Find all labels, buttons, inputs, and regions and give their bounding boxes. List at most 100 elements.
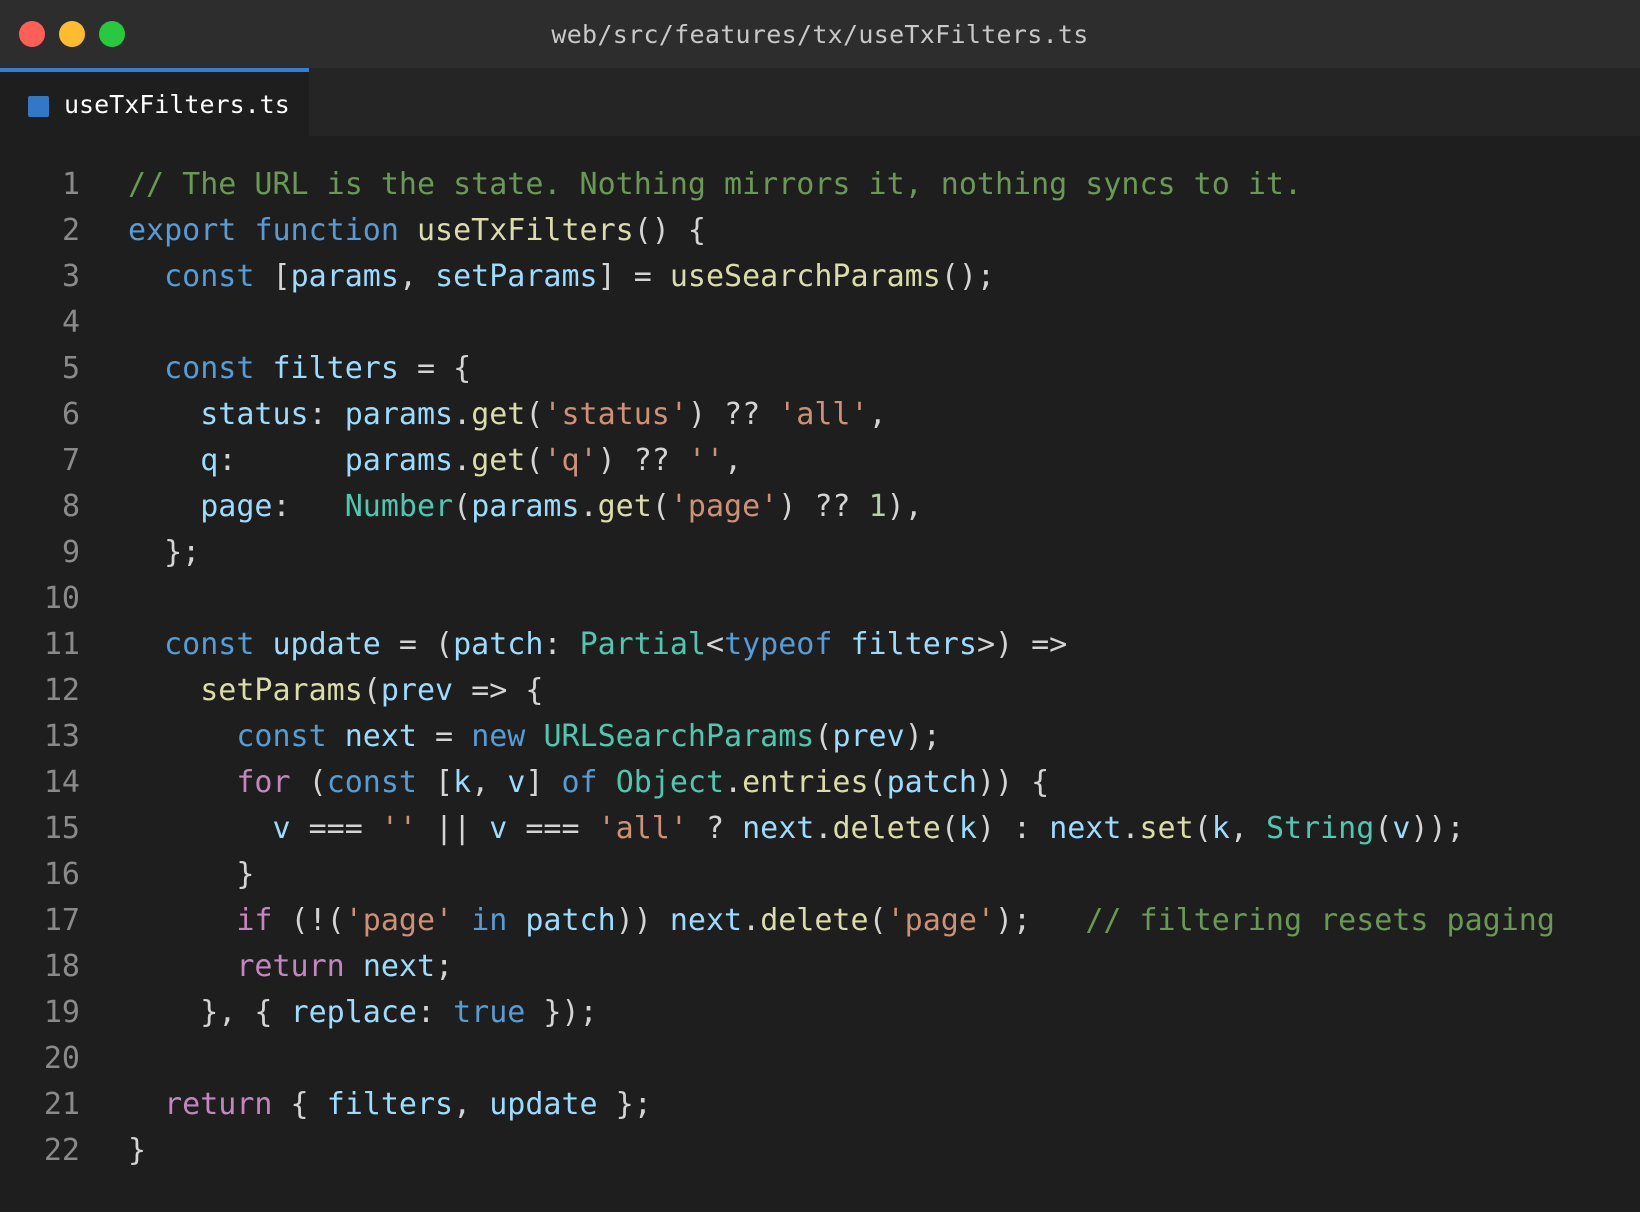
code-line[interactable]: 4	[0, 300, 1640, 346]
code-line[interactable]: 5 const filters = {	[0, 346, 1640, 392]
code-token: params	[344, 397, 454, 432]
code-line[interactable]: 3 const [params, setParams] = useSearchP…	[0, 254, 1640, 300]
code-text: page: Number(params.get('page') ?? 1),	[128, 484, 923, 530]
line-number: 18	[43, 949, 80, 984]
code-token: >) =>	[976, 627, 1068, 662]
code-token: set	[1139, 811, 1194, 846]
code-token: Partial	[579, 627, 706, 662]
code-token: ] =	[597, 259, 670, 294]
code-text: for (const [k, v] of Object.entries(patc…	[128, 760, 1049, 806]
code-token: :	[308, 397, 345, 432]
code-line[interactable]: 18 return next;	[0, 944, 1640, 990]
code-line[interactable]: 14 for (const [k, v] of Object.entries(p…	[0, 760, 1640, 806]
code-token: k	[958, 811, 977, 846]
code-line[interactable]: 19 }, { replace: true });	[0, 990, 1640, 1036]
line-number: 9	[61, 535, 80, 570]
code-token: k	[1211, 811, 1230, 846]
code-line[interactable]: 2 export function useTxFilters() {	[0, 208, 1640, 254]
code-text: }	[128, 1128, 146, 1174]
code-token: (	[868, 903, 887, 938]
code-line[interactable]: 20	[0, 1036, 1640, 1082]
line-number: 22	[43, 1133, 80, 1168]
code-line[interactable]: 12 setParams(prev => {	[0, 668, 1640, 714]
window-title: web/src/features/tx/useTxFilters.ts	[551, 20, 1089, 49]
code-token: filters	[850, 627, 977, 662]
typescript-file-icon	[28, 96, 49, 117]
code-token: );	[995, 903, 1086, 938]
code-token: v	[272, 811, 291, 846]
code-token: params	[290, 259, 399, 294]
code-line[interactable]: 21 return { filters, update };	[0, 1082, 1640, 1128]
code-line[interactable]: 17 if (!('page' in patch)) next.delete('…	[0, 898, 1640, 944]
code-line[interactable]: 10	[0, 576, 1640, 622]
code-token: = {	[398, 351, 472, 386]
code-editor[interactable]: 1 // The URL is the state. Nothing mirror…	[0, 162, 1640, 1174]
code-line[interactable]: 16 }	[0, 852, 1640, 898]
code-token: setParams	[435, 259, 598, 294]
code-line[interactable]: 9 };	[0, 530, 1640, 576]
code-token: :	[272, 489, 345, 524]
tab-usetxfilters[interactable]: useTxFilters.ts	[0, 68, 309, 136]
code-token: 'page'	[886, 903, 995, 938]
code-token: function	[254, 213, 399, 248]
code-line[interactable]: 1 // The URL is the state. Nothing mirror…	[0, 162, 1640, 208]
code-token: v	[507, 765, 526, 800]
line-number: 10	[43, 581, 80, 616]
code-token: const	[236, 719, 327, 754]
code-token: ''	[380, 811, 417, 846]
code-token: delete	[832, 811, 941, 846]
code-line[interactable]: 11 const update = (patch: Partial<typeof…	[0, 622, 1640, 668]
code-token: useSearchParams	[669, 259, 941, 294]
code-token: ?	[687, 811, 743, 846]
code-token: ''	[687, 443, 725, 478]
code-token: .	[579, 489, 598, 524]
line-number: 17	[43, 903, 80, 938]
code-token: URLSearchParams	[543, 719, 815, 754]
line-number: 12	[43, 673, 80, 708]
code-token: patch	[525, 903, 616, 938]
line-number: 20	[43, 1041, 80, 1076]
code-token: .	[1121, 811, 1140, 846]
code-token: .	[453, 443, 472, 478]
code-line[interactable]: 6 status: params.get('status') ?? 'all',	[0, 392, 1640, 438]
code-line[interactable]: 13 const next = new URLSearchParams(prev…	[0, 714, 1640, 760]
code-token: of	[561, 765, 598, 800]
line-number: 8	[61, 489, 80, 524]
code-token: ,	[453, 1087, 490, 1122]
code-token: useTxFilters	[417, 213, 634, 248]
code-token: (	[1374, 811, 1393, 846]
code-token: ;	[435, 949, 454, 984]
line-number: 19	[43, 995, 80, 1030]
code-text: if (!('page' in patch)) next.delete('pag…	[128, 898, 1555, 944]
code-token: {	[272, 1087, 327, 1122]
code-token: :	[218, 443, 345, 478]
code-token: :	[417, 995, 454, 1030]
code-token: replace	[290, 995, 417, 1030]
code-token: const	[326, 765, 417, 800]
code-text: status: params.get('status') ?? 'all',	[128, 392, 886, 438]
code-text: const update = (patch: Partial<typeof fi…	[128, 622, 1067, 668]
code-token: Object	[615, 765, 725, 800]
code-token: 'page'	[344, 903, 454, 938]
code-text: q: params.get('q') ?? '',	[128, 438, 742, 484]
code-line[interactable]: 22}	[0, 1128, 1640, 1174]
code-token: filters	[272, 351, 399, 386]
code-line[interactable]: 7 q: params.get('q') ?? '',	[0, 438, 1640, 484]
code-token: if	[236, 903, 273, 938]
code-token: return	[164, 1087, 273, 1122]
code-line[interactable]: 15 v === '' || v === 'all' ? next.delete…	[0, 806, 1640, 852]
code-token: 'status'	[543, 397, 688, 432]
line-number: 21	[43, 1087, 80, 1122]
code-token: v	[1392, 811, 1411, 846]
code-line[interactable]: 8 page: Number(params.get('page') ?? 1),	[0, 484, 1640, 530]
code-token: }	[128, 1133, 147, 1168]
code-token: ,	[471, 765, 508, 800]
